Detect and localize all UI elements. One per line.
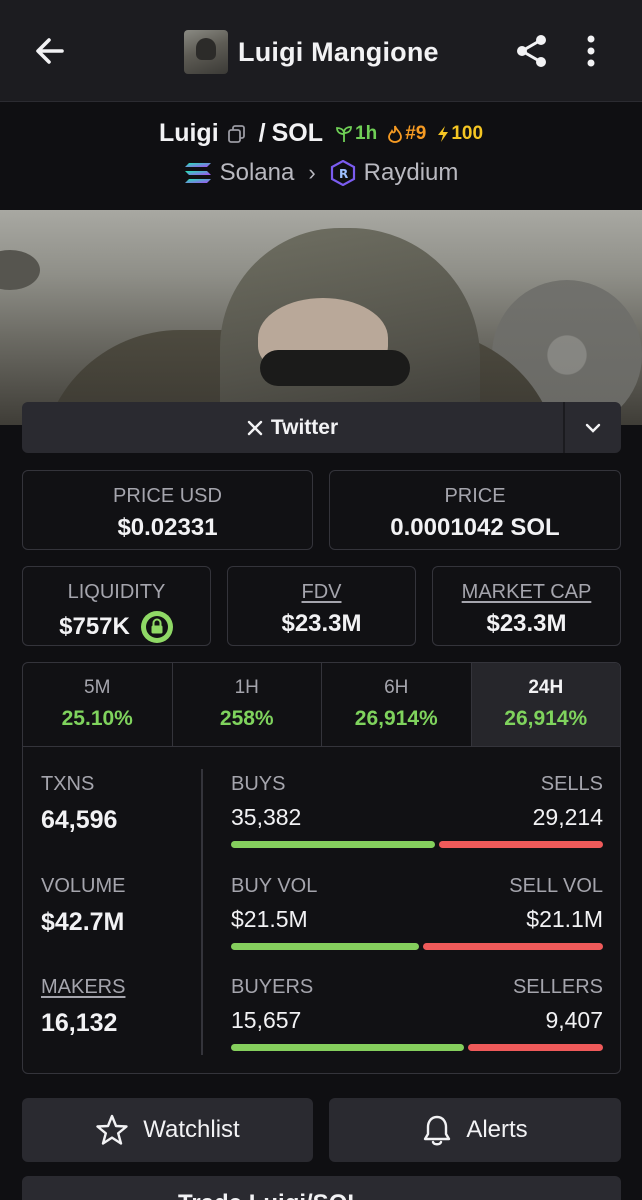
makers-stat[interactable]: MAKERS 16,132 — [41, 976, 125, 1038]
stats-grid: TXNS 64,596 VOLUME $42.7M MAKERS 16,132 … — [23, 747, 620, 1073]
raydium-icon[interactable]: R — [330, 160, 356, 186]
liquidity-label: LIQUIDITY — [67, 581, 166, 603]
price-usd-label: PRICE USD — [113, 485, 222, 507]
tab-5m[interactable]: 5M 25.10% — [23, 663, 173, 746]
buys-bar-fill — [231, 841, 435, 848]
volume-bar — [231, 943, 603, 950]
social-dropdown-button[interactable] — [563, 402, 621, 453]
liquidity-card: LIQUIDITY $757K — [22, 566, 211, 646]
token-title: Luigi Mangione — [184, 30, 439, 74]
chain-dex-line: Solana › R Raydium — [0, 159, 642, 187]
fdv-label[interactable]: FDV — [228, 581, 415, 604]
tab-1h[interactable]: 1H 258% — [173, 663, 322, 746]
pair-line: Luigi / SOL 1h #9 100 — [0, 119, 642, 148]
page-title: Luigi Mangione — [238, 36, 439, 67]
timeframe-tabs: 5M 25.10% 1H 258% 6H 26,914% 24H 26,914% — [23, 663, 620, 747]
token-avatar — [184, 30, 228, 74]
buyers-bar-fill — [231, 1044, 464, 1051]
boost-badge: 100 — [436, 123, 483, 145]
rank-badge: #9 — [387, 123, 426, 145]
pair-quote: SOL — [271, 119, 324, 147]
chain-name[interactable]: Solana — [220, 159, 295, 187]
price-usd-card: PRICE USD $0.02331 — [22, 470, 313, 550]
sells-bar-fill — [438, 841, 603, 848]
trading-stats-panel: 5M 25.10% 1H 258% 6H 26,914% 24H 26,914%… — [22, 662, 621, 1074]
sellers-bar-fill — [467, 1044, 603, 1051]
star-icon — [96, 1114, 128, 1145]
stats-divider — [201, 769, 203, 1055]
price-native-card: PRICE 0.0001042 SOL — [329, 470, 621, 550]
volume-stat: VOLUME $42.7M — [41, 875, 126, 936]
share-icon[interactable] — [512, 31, 552, 71]
market-cap-label[interactable]: MARKET CAP — [433, 581, 620, 604]
buy-vol-bar-fill — [231, 943, 419, 950]
svg-text:R: R — [339, 167, 348, 181]
market-cap-card[interactable]: MARKET CAP $23.3M — [432, 566, 621, 646]
chevron-down-icon — [585, 423, 601, 433]
pair-info: Luigi / SOL 1h #9 100 Solana › R Raydium — [0, 103, 642, 210]
social-links-bar: Twitter — [22, 402, 621, 453]
pair-base: Luigi — [158, 119, 219, 147]
txns-stat: TXNS 64,596 — [41, 773, 118, 834]
tab-24h[interactable]: 24H 26,914% — [471, 663, 620, 746]
back-arrow-icon[interactable] — [30, 31, 70, 71]
x-logo-icon — [247, 420, 263, 435]
watchlist-button[interactable]: Watchlist — [22, 1098, 313, 1162]
chevron-right-icon: › — [308, 160, 316, 185]
alerts-button[interactable]: Alerts — [329, 1098, 621, 1162]
fdv-card[interactable]: FDV $23.3M — [227, 566, 416, 646]
trade-button[interactable]: Trade Luigi/SOL — [22, 1176, 621, 1200]
flame-icon — [388, 125, 403, 143]
lock-icon[interactable] — [140, 610, 174, 644]
buyers-bar — [231, 1044, 603, 1051]
sell-vol-bar-fill — [422, 943, 603, 950]
top-app-bar: Luigi Mangione — [0, 0, 642, 102]
market-cap-value: $23.3M — [486, 610, 567, 637]
dex-name[interactable]: Raydium — [364, 159, 459, 187]
buyvol-sellvol-stat: BUY VOL SELL VOL $21.5M $21.1M — [231, 875, 603, 950]
price-usd-value: $0.02331 — [117, 514, 218, 541]
copy-icon[interactable] — [227, 124, 247, 144]
bell-icon — [424, 1115, 451, 1146]
buys-sells-bar — [231, 841, 603, 848]
seedling-icon — [336, 125, 352, 142]
buyers-sellers-stat: BUYERS SELLERS 15,657 9,407 — [231, 976, 603, 1051]
more-vertical-icon[interactable] — [578, 31, 604, 71]
token-banner-image — [0, 210, 642, 425]
tab-6h[interactable]: 6H 26,914% — [322, 663, 472, 746]
liquidity-value: $757K — [59, 613, 130, 640]
twitter-button[interactable]: Twitter — [22, 402, 563, 453]
solana-icon[interactable] — [184, 162, 212, 184]
price-native-label: PRICE — [444, 485, 506, 507]
price-native-value: 0.0001042 SOL — [390, 514, 560, 541]
buys-sells-stat: BUYS SELLS 35,382 29,214 — [231, 773, 603, 848]
lightning-icon — [438, 125, 449, 142]
pair-separator: / — [258, 119, 266, 147]
fdv-value: $23.3M — [281, 610, 362, 637]
age-badge: 1h — [335, 123, 377, 145]
